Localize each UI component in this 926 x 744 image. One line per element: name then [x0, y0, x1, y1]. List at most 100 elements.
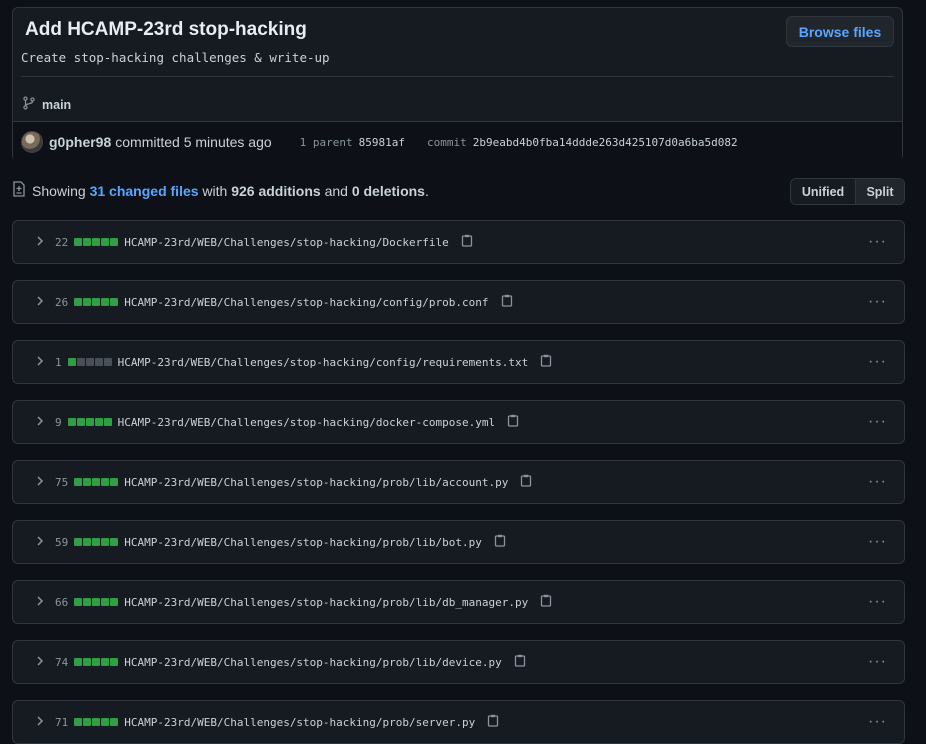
copy-path-icon[interactable] — [514, 654, 526, 670]
chevron-right-icon[interactable] — [35, 535, 47, 549]
file-change-count: 26 — [55, 295, 69, 309]
chevron-right-icon[interactable] — [35, 235, 47, 249]
diffstat-blocks — [74, 658, 119, 666]
changed-files-link[interactable]: 31 changed files — [90, 183, 199, 199]
avatar[interactable] — [21, 131, 43, 153]
copy-path-icon[interactable] — [494, 534, 506, 550]
file-path-link[interactable]: HCAMP-23rd/WEB/Challenges/stop-hacking/p… — [124, 716, 475, 729]
file-path-link[interactable]: HCAMP-23rd/WEB/Challenges/stop-hacking/p… — [124, 536, 482, 549]
file-row[interactable]: 1 HCAMP-23rd/WEB/Challenges/stop-hacking/… — [12, 340, 905, 384]
copy-path-icon[interactable] — [520, 474, 532, 490]
file-row[interactable]: 9 HCAMP-23rd/WEB/Challenges/stop-hacking/… — [12, 400, 905, 444]
diffstat-block — [101, 478, 110, 486]
copy-path-icon[interactable] — [540, 354, 552, 370]
copy-path-icon[interactable] — [487, 714, 499, 730]
file-row[interactable]: 71 HCAMP-23rd/WEB/Challenges/stop-hacking… — [12, 700, 905, 744]
branch-name: main — [42, 97, 72, 112]
committed-text: committed 5 minutes ago — [115, 134, 272, 150]
split-button[interactable]: Split — [856, 179, 904, 204]
file-row[interactable]: 66 HCAMP-23rd/WEB/Challenges/stop-hacking… — [12, 580, 905, 624]
diffstat-block — [101, 718, 110, 726]
diffstat-block — [76, 358, 85, 366]
copy-path-icon[interactable] — [461, 234, 473, 250]
chevron-right-icon[interactable] — [35, 295, 47, 309]
file-change-count: 75 — [55, 475, 69, 489]
unified-button[interactable]: Unified — [791, 179, 856, 204]
diffstat-block — [92, 238, 101, 246]
summary-period: . — [424, 182, 429, 199]
file-row[interactable]: 22 HCAMP-23rd/WEB/Challenges/stop-hacking… — [12, 220, 905, 264]
chevron-right-icon[interactable] — [35, 595, 47, 609]
branch-label[interactable]: main — [22, 96, 71, 113]
diffstat-block — [67, 418, 76, 426]
file-path-link[interactable]: HCAMP-23rd/WEB/Challenges/stop-hacking/d… — [118, 416, 496, 429]
diffstat-blocks — [74, 538, 119, 546]
diffstat-block — [83, 658, 92, 666]
file-diff-icon — [12, 181, 26, 200]
diffstat-block — [101, 538, 110, 546]
more-options-icon[interactable]: ··· — [868, 533, 887, 551]
file-path-link[interactable]: HCAMP-23rd/WEB/Challenges/stop-hacking/D… — [124, 236, 449, 249]
diffstat-block — [74, 598, 83, 606]
deletions-count: 0 deletions — [351, 182, 425, 199]
chevron-right-icon[interactable] — [35, 475, 47, 489]
diffstat-blocks — [74, 298, 119, 306]
diffstat-block — [92, 718, 101, 726]
file-path-link[interactable]: HCAMP-23rd/WEB/Challenges/stop-hacking/p… — [124, 596, 528, 609]
diffstat-block — [74, 478, 83, 486]
commit-header: Add HCAMP-23rd stop-hacking Create stop-… — [12, 7, 903, 162]
file-path-link[interactable]: HCAMP-23rd/WEB/Challenges/stop-hacking/c… — [118, 356, 529, 369]
parent-sha-link[interactable]: 85981af — [359, 136, 405, 149]
file-change-count: 22 — [55, 235, 69, 249]
diffstat-block — [94, 418, 103, 426]
more-options-icon[interactable]: ··· — [868, 293, 887, 311]
diffstat-block — [74, 238, 83, 246]
diffstat-blocks — [74, 478, 119, 486]
diff-summary: Showing 31 changed files with 926 additi… — [12, 181, 429, 200]
author-link[interactable]: g0pher98 — [49, 134, 111, 150]
diffstat-blocks — [67, 358, 112, 366]
diffstat-block — [110, 718, 119, 726]
chevron-right-icon[interactable] — [35, 415, 47, 429]
diffstat-block — [92, 298, 101, 306]
diffstat-block — [83, 478, 92, 486]
file-row[interactable]: 59 HCAMP-23rd/WEB/Challenges/stop-hacking… — [12, 520, 905, 564]
browse-files-button[interactable]: Browse files — [786, 16, 894, 47]
diffstat-block — [101, 658, 110, 666]
file-row[interactable]: 74 HCAMP-23rd/WEB/Challenges/stop-hacking… — [12, 640, 905, 684]
diffstat-block — [83, 598, 92, 606]
file-path-link[interactable]: HCAMP-23rd/WEB/Challenges/stop-hacking/p… — [124, 476, 508, 489]
diffstat-block — [92, 598, 101, 606]
more-options-icon[interactable]: ··· — [868, 353, 887, 371]
diffstat-block — [92, 658, 101, 666]
diffstat-blocks — [67, 418, 112, 426]
diffstat-block — [83, 238, 92, 246]
more-options-icon[interactable]: ··· — [868, 413, 887, 431]
more-options-icon[interactable]: ··· — [868, 233, 887, 251]
diff-view-toggle: Unified Split — [790, 178, 905, 205]
copy-path-icon[interactable] — [540, 594, 552, 610]
commit-label: commit — [427, 135, 467, 149]
diffstat-block — [94, 358, 103, 366]
diffstat-block — [74, 538, 83, 546]
diffstat-block — [103, 418, 112, 426]
diffstat-block — [110, 478, 119, 486]
more-options-icon[interactable]: ··· — [868, 473, 887, 491]
file-row[interactable]: 26 HCAMP-23rd/WEB/Challenges/stop-hacking… — [12, 280, 905, 324]
file-path-link[interactable]: HCAMP-23rd/WEB/Challenges/stop-hacking/c… — [124, 296, 488, 309]
more-options-icon[interactable]: ··· — [868, 593, 887, 611]
diffstat-block — [67, 358, 76, 366]
copy-path-icon[interactable] — [507, 414, 519, 430]
chevron-right-icon[interactable] — [35, 715, 47, 729]
file-row[interactable]: 75 HCAMP-23rd/WEB/Challenges/stop-hacking… — [12, 460, 905, 504]
commit-description: Create stop-hacking challenges & write-u… — [21, 50, 330, 65]
chevron-right-icon[interactable] — [35, 655, 47, 669]
more-options-icon[interactable]: ··· — [868, 713, 887, 731]
more-options-icon[interactable]: ··· — [868, 653, 887, 671]
file-path-link[interactable]: HCAMP-23rd/WEB/Challenges/stop-hacking/p… — [124, 656, 502, 669]
chevron-right-icon[interactable] — [35, 355, 47, 369]
file-change-count: 66 — [55, 595, 69, 609]
copy-path-icon[interactable] — [501, 294, 513, 310]
diffstat-block — [92, 538, 101, 546]
diffstat-block — [85, 418, 94, 426]
